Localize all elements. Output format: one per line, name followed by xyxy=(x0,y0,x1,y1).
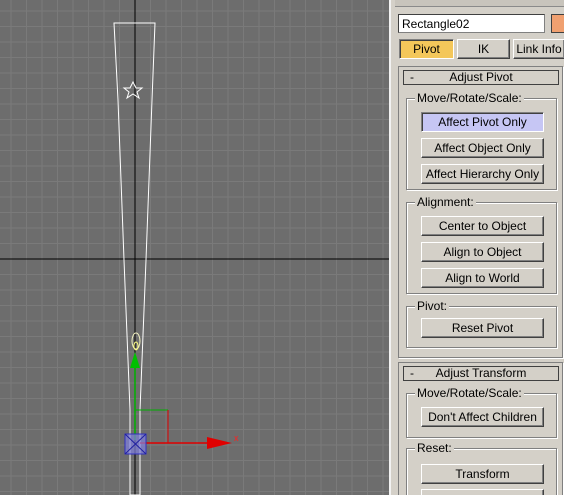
object-name-field[interactable]: Rectangle02 xyxy=(398,14,545,33)
affect-object-only-button[interactable]: Affect Object Only xyxy=(421,138,544,158)
adjust-pivot-rollout-header[interactable]: - Adjust Pivot xyxy=(403,70,559,85)
viewport-grid xyxy=(0,0,389,495)
align-to-object-button[interactable]: Align to Object xyxy=(421,242,544,262)
reset-pivot-button[interactable]: Reset Pivot xyxy=(421,318,544,338)
center-to-object-button[interactable]: Center to Object xyxy=(421,216,544,236)
collapse-icon: - xyxy=(410,366,414,380)
alignment-group-label: Alignment: xyxy=(415,195,476,209)
affect-pivot-only-button[interactable]: Affect Pivot Only xyxy=(421,112,544,132)
adjust-transform-title: Adjust Transform xyxy=(435,366,527,380)
align-to-world-button[interactable]: Align to World xyxy=(421,268,544,288)
viewport-canvas[interactable]: x xyxy=(0,0,389,495)
reset-button-partial[interactable] xyxy=(421,489,544,495)
x-axis-arrow: x xyxy=(140,433,239,449)
toolbar-strip xyxy=(395,0,564,7)
tab-pivot[interactable]: Pivot xyxy=(399,39,454,59)
affect-hierarchy-only-button[interactable]: Affect Hierarchy Only xyxy=(421,164,544,184)
transform-reset-group-label: Reset: xyxy=(415,441,454,455)
star-marker-icon xyxy=(122,80,144,100)
command-panel: Rectangle02 Pivot IK Link Info - Adjust … xyxy=(389,0,564,495)
adjust-transform-rollout-header[interactable]: - Adjust Transform xyxy=(403,366,559,381)
pivot-move-group-label: Move/Rotate/Scale: xyxy=(415,91,524,105)
vertex-cluster xyxy=(131,332,141,351)
pivot-box-icon xyxy=(124,433,147,455)
y-axis-arrow xyxy=(130,352,140,440)
collapse-icon: - xyxy=(410,70,414,84)
viewport[interactable]: x xyxy=(0,0,389,495)
object-color-swatch[interactable] xyxy=(551,14,564,33)
dont-affect-children-button[interactable]: Don't Affect Children xyxy=(421,407,544,427)
transform-move-group-label: Move/Rotate/Scale: xyxy=(415,386,524,400)
transform-reset-button[interactable]: Transform xyxy=(421,464,544,484)
tab-ik[interactable]: IK xyxy=(457,39,510,59)
pivot-reset-group-label: Pivot: xyxy=(415,299,450,313)
x-axis-label: x xyxy=(234,433,239,443)
adjust-pivot-title: Adjust Pivot xyxy=(449,70,513,84)
tab-link-info[interactable]: Link Info xyxy=(513,39,564,59)
